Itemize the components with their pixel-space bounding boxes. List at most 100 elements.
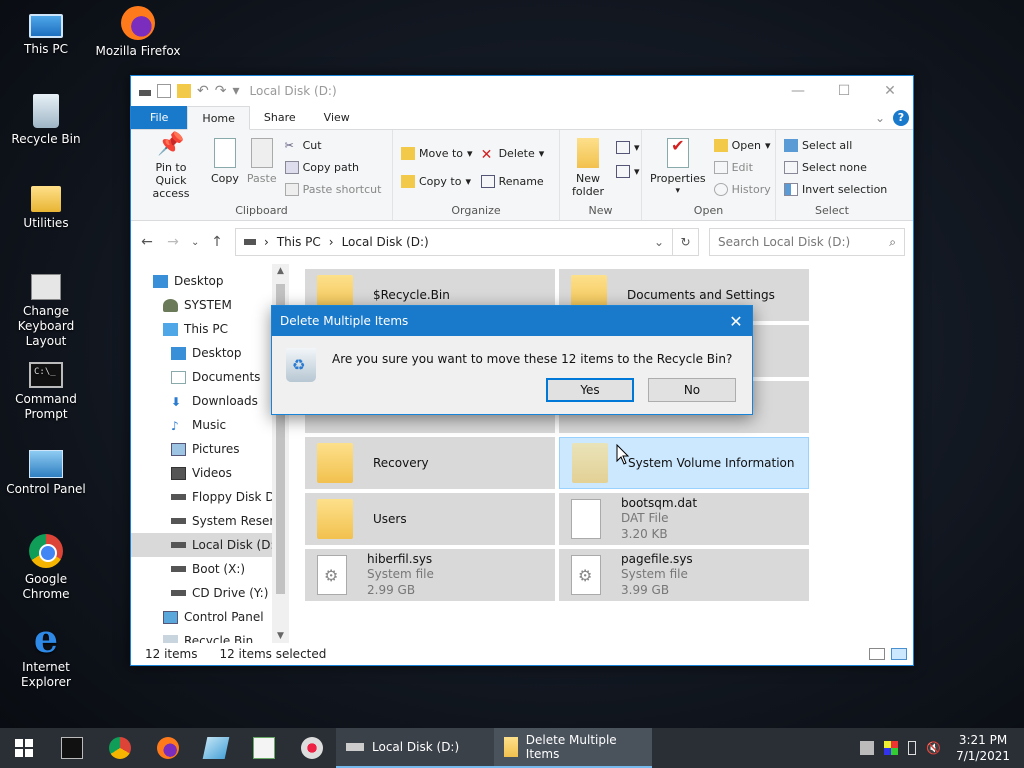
details-view-icon[interactable]: [869, 648, 885, 660]
usb-icon[interactable]: [908, 741, 917, 755]
new-item-button[interactable]: ▾: [616, 138, 640, 156]
tree-item-videos[interactable]: Videos: [131, 461, 289, 485]
help-icon[interactable]: ?: [893, 109, 909, 126]
tree-item-system-reserved[interactable]: System Reserve: [131, 509, 289, 533]
pin-quick-access-button[interactable]: 📌 Pin to Quick access: [135, 134, 207, 202]
scroll-up-icon[interactable]: ▲: [272, 266, 289, 276]
tab-home[interactable]: Home: [187, 106, 250, 130]
start-button[interactable]: [0, 728, 48, 768]
speaker-muted-icon[interactable]: 🔇: [926, 741, 941, 755]
tree-item-pictures[interactable]: Pictures: [131, 437, 289, 461]
tab-view[interactable]: View: [310, 106, 364, 129]
desktop-icon-keyboard-layout[interactable]: Change Keyboard Layout: [0, 268, 92, 349]
breadcrumb-local-disk[interactable]: Local Disk (D:): [342, 235, 429, 249]
file-item-users[interactable]: Users: [305, 493, 555, 545]
chevron-down-icon[interactable]: ▾: [232, 83, 239, 99]
tree-item-system[interactable]: SYSTEM: [131, 293, 289, 317]
properties-icon[interactable]: [157, 84, 171, 98]
no-button[interactable]: No: [648, 378, 736, 402]
select-all-button[interactable]: Select all: [784, 136, 887, 154]
back-arrow-icon[interactable]: ←: [139, 234, 155, 250]
taskbar-app-5[interactable]: [240, 728, 288, 768]
paste-shortcut-button[interactable]: Paste shortcut: [284, 180, 381, 198]
invert-selection-button[interactable]: Invert selection: [784, 180, 887, 198]
address-bar[interactable]: › This PC › Local Disk (D:) ⌄: [235, 228, 673, 256]
rename-button[interactable]: Rename: [480, 172, 545, 190]
up-arrow-icon[interactable]: ↑: [209, 234, 225, 250]
tiles-view-icon[interactable]: [891, 648, 907, 660]
tree-item-music[interactable]: ♪ Music: [131, 413, 289, 437]
select-none-button[interactable]: Select none: [784, 158, 887, 176]
tree-item-downloads[interactable]: ⬇ Downloads: [131, 389, 289, 413]
taskbar-task-local-disk[interactable]: Local Disk (D:): [336, 728, 494, 768]
tree-item-local-disk-d[interactable]: Local Disk (D:): [131, 533, 289, 557]
clock[interactable]: 3:21 PM 7/1/2021: [950, 732, 1016, 764]
copy-path-button[interactable]: Copy path: [284, 158, 382, 176]
chevron-down-icon[interactable]: ⌄: [654, 235, 664, 249]
file-item-hiberfil[interactable]: hiberfil.sys System file 2.99 GB: [305, 549, 555, 601]
network-icon[interactable]: [860, 741, 875, 755]
tree-item-documents[interactable]: Documents: [131, 365, 289, 389]
desktop-icon-command-prompt[interactable]: C:\_ Command Prompt: [0, 356, 92, 422]
tree-item-this-pc[interactable]: This PC: [131, 317, 289, 341]
delete-button[interactable]: ✕ Delete ▾: [481, 144, 545, 163]
display-icon[interactable]: [884, 741, 899, 755]
new-folder-button[interactable]: New folder: [564, 134, 612, 202]
copy-to-button[interactable]: Copy to ▾: [401, 172, 473, 190]
copy-button[interactable]: Copy: [207, 134, 243, 202]
navigation-pane[interactable]: Desktop SYSTEM This PC Desktop Documents…: [131, 264, 289, 643]
dialog-close-icon[interactable]: ✕: [720, 312, 752, 331]
desktop-icon-this-pc[interactable]: This PC: [0, 8, 92, 57]
taskbar-app-4[interactable]: [192, 728, 240, 768]
tree-item-control-panel[interactable]: Control Panel: [131, 605, 289, 629]
taskbar-firefox[interactable]: [144, 728, 192, 768]
tree-item-desktop-sub[interactable]: Desktop: [131, 341, 289, 365]
desktop-icon-control-panel[interactable]: Control Panel: [0, 446, 92, 497]
easy-access-button[interactable]: ▾: [616, 162, 640, 180]
properties-button[interactable]: ✔ Properties ▾: [646, 134, 710, 202]
file-item-system-volume-information[interactable]: System Volume Information: [559, 437, 809, 489]
cut-button[interactable]: ✂ Cut: [285, 136, 382, 154]
undo-icon[interactable]: ↶: [197, 83, 209, 99]
breadcrumb-this-pc[interactable]: This PC: [277, 235, 321, 249]
yes-button[interactable]: Yes: [546, 378, 634, 402]
file-name: $Recycle.Bin: [373, 288, 450, 302]
tab-file[interactable]: File: [131, 106, 188, 129]
breadcrumb-chevron-icon[interactable]: ›: [329, 235, 334, 249]
file-item-pagefile[interactable]: pagefile.sys System file 3.99 GB: [559, 549, 809, 601]
redo-icon[interactable]: ↷: [215, 83, 227, 99]
history-button[interactable]: History: [713, 180, 771, 198]
file-item-recovery[interactable]: Recovery: [305, 437, 555, 489]
tree-item-floppy[interactable]: Floppy Disk Dri: [131, 485, 289, 509]
desktop-icon-recycle-bin[interactable]: Recycle Bin: [0, 94, 92, 147]
forward-arrow-icon[interactable]: →: [165, 234, 181, 250]
desktop-icon-chrome[interactable]: Google Chrome: [0, 534, 92, 602]
taskbar-task-delete-dialog[interactable]: Delete Multiple Items: [494, 728, 652, 768]
desktop-icon-utilities[interactable]: Utilities: [0, 180, 92, 231]
recent-chevron-icon[interactable]: ⌄: [191, 237, 199, 248]
refresh-button[interactable]: ↻: [673, 228, 699, 256]
desktop-icon-firefox[interactable]: Mozilla Firefox: [92, 6, 184, 59]
tree-item-cd-drive[interactable]: CD Drive (Y:) H: [131, 581, 289, 605]
tree-item-boot-x[interactable]: Boot (X:): [131, 557, 289, 581]
file-item-bootsqm[interactable]: bootsqm.dat DAT File 3.20 KB: [559, 493, 809, 545]
open-button[interactable]: Open ▾: [713, 136, 771, 154]
breadcrumb-chevron-icon[interactable]: ›: [264, 235, 269, 249]
taskbar-command-prompt[interactable]: [48, 728, 96, 768]
move-to-button[interactable]: Move to ▾: [401, 144, 473, 162]
taskbar-app-6[interactable]: [288, 728, 336, 768]
tree-item-recycle-bin[interactable]: Recycle Bin: [131, 629, 289, 643]
tab-share[interactable]: Share: [250, 106, 310, 129]
close-button[interactable]: ✕: [867, 76, 913, 106]
maximize-button[interactable]: ☐: [821, 76, 867, 106]
taskbar-chrome[interactable]: [96, 728, 144, 768]
search-input[interactable]: Search Local Disk (D:) ⌕: [709, 228, 905, 256]
desktop-icon-internet-explorer[interactable]: e Internet Explorer: [0, 620, 92, 690]
edit-button[interactable]: Edit: [713, 158, 771, 176]
new-folder-icon[interactable]: [177, 84, 191, 98]
tree-item-desktop[interactable]: Desktop: [131, 269, 289, 293]
paste-button[interactable]: Paste: [243, 134, 281, 202]
chevron-down-icon[interactable]: ⌄: [875, 111, 885, 125]
minimize-button[interactable]: —: [775, 76, 821, 106]
scroll-down-icon[interactable]: ▼: [272, 631, 289, 641]
